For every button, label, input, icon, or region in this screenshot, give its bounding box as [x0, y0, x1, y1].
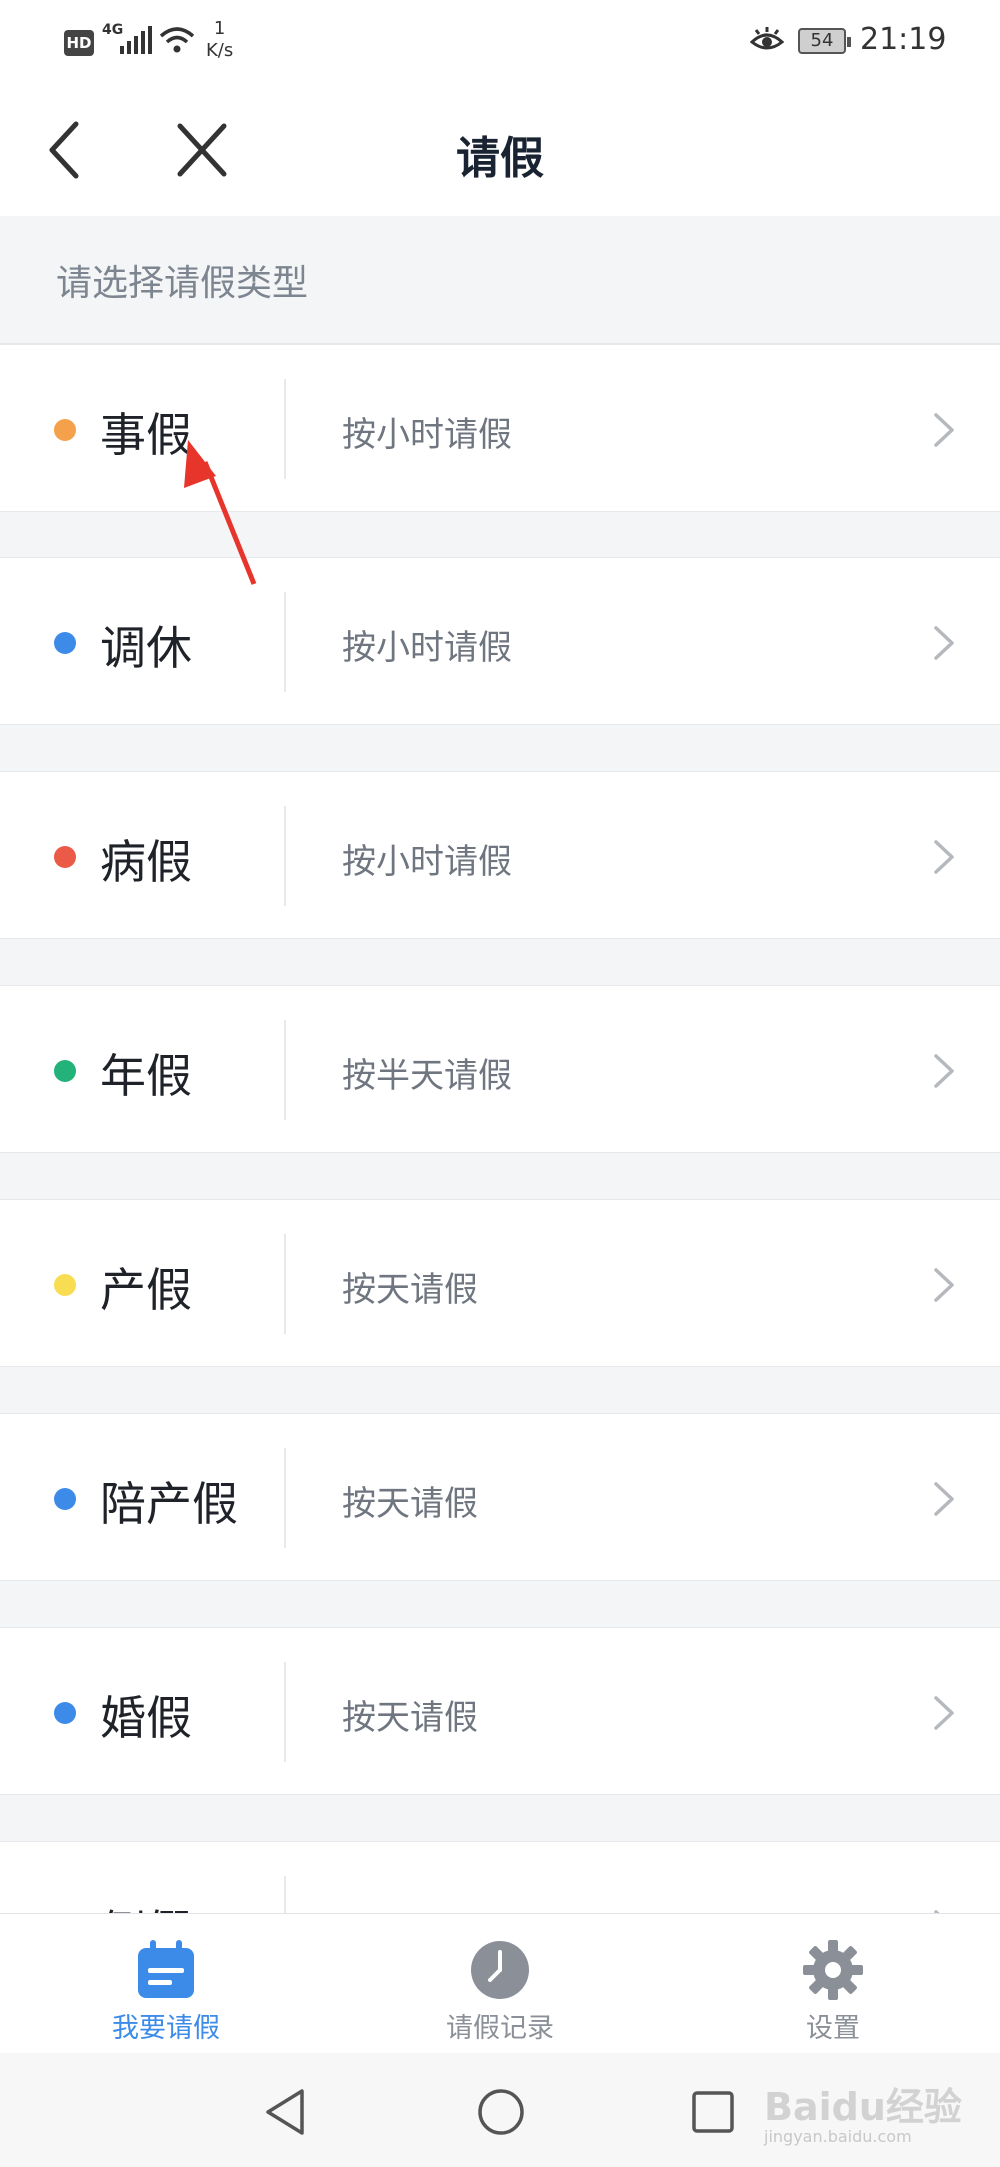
leave-type-name: 年假 [100, 1049, 192, 1103]
leave-type-rule: 按小时请假 [342, 628, 512, 668]
leave-type-rule: 按天请假 [342, 1270, 478, 1310]
circle-home-icon[interactable] [476, 2087, 526, 2137]
leave-type-name: 调休 [100, 621, 192, 675]
leave-type-row-annual[interactable]: 年假 按半天请假 [0, 985, 1000, 1153]
triangle-back-icon[interactable] [262, 2087, 308, 2137]
leave-type-name: 事假 [100, 408, 192, 462]
leave-type-name: 婚假 [100, 1691, 192, 1745]
divider [284, 806, 286, 906]
watermark-url: jingyan.baidu.com [764, 2127, 912, 2146]
chevron-right-icon [934, 1482, 954, 1516]
chevron-right-icon [934, 626, 954, 660]
leave-type-rule: 按小时请假 [342, 415, 512, 455]
network-speed-value: 1 [213, 18, 226, 39]
status-dot [54, 1488, 76, 1510]
leave-type-name: 陪产假 [100, 1477, 238, 1531]
status-dot [54, 1702, 76, 1724]
chevron-right-icon [934, 1268, 954, 1302]
status-dot [54, 846, 76, 868]
status-bar: HD 4G 1 K/s 54 21:19 [0, 0, 1000, 84]
section-prompt: 请选择请假类型 [56, 263, 309, 304]
divider [284, 1662, 286, 1762]
gear-icon [803, 1940, 863, 2000]
chevron-right-icon [934, 1696, 954, 1730]
leave-type-row-marriage[interactable]: 婚假 按天请假 [0, 1627, 1000, 1795]
tab-label: 我要请假 [112, 2013, 220, 2044]
section-header: 请选择请假类型 [0, 216, 1000, 344]
divider [284, 592, 286, 692]
battery-indicator: 54 [798, 28, 851, 54]
page-title: 请假 [456, 133, 544, 184]
divider [284, 1020, 286, 1120]
leave-type-rule: 按半天请假 [342, 1056, 512, 1096]
signal-icon [120, 26, 152, 54]
clock-icon [471, 1941, 529, 1999]
chevron-right-icon [934, 413, 954, 447]
divider [284, 1234, 286, 1334]
status-dot [54, 1060, 76, 1082]
watermark-brand: Baidu经验 [764, 2085, 962, 2129]
chevron-right-icon [934, 1054, 954, 1088]
divider [284, 1448, 286, 1548]
status-dot [54, 632, 76, 654]
nav-bar: 请假 [0, 84, 1000, 216]
leave-type-rule: 按小时请假 [342, 842, 512, 882]
square-recents-icon[interactable] [690, 2087, 736, 2137]
tab-label: 设置 [806, 2013, 860, 2044]
divider [284, 379, 286, 479]
status-dot [54, 419, 76, 441]
tab-leave-records[interactable]: 请假记录 [390, 1914, 610, 2054]
clock: 21:19 [860, 22, 947, 57]
watermark: Baidu经验 jingyan.baidu.com [764, 2076, 962, 2146]
leave-type-name: 产假 [100, 1263, 192, 1317]
tab-label: 请假记录 [446, 2013, 554, 2044]
status-dot [54, 1274, 76, 1296]
network-speed-unit: K/s [206, 40, 234, 61]
tab-request-leave[interactable]: 我要请假 [56, 1914, 276, 2054]
wifi-icon [159, 27, 195, 53]
hd-badge: HD [64, 30, 94, 56]
leave-type-row-personal[interactable]: 事假 按小时请假 [0, 344, 1000, 512]
calendar-icon [138, 1940, 194, 1998]
chevron-right-icon [934, 840, 954, 874]
leave-type-row-sick[interactable]: 病假 按小时请假 [0, 771, 1000, 939]
tab-bar: 我要请假 请假记录 设置 [0, 1913, 1000, 2053]
leave-type-row-maternity[interactable]: 产假 按天请假 [0, 1199, 1000, 1367]
leave-type-name: 病假 [100, 835, 192, 889]
tab-settings[interactable]: 设置 [723, 1914, 943, 2054]
eye-comfort-icon [750, 27, 784, 50]
leave-type-rule: 按天请假 [342, 1698, 478, 1738]
leave-type-row-compensatory[interactable]: 调休 按小时请假 [0, 557, 1000, 725]
leave-type-row-paternity[interactable]: 陪产假 按天请假 [0, 1413, 1000, 1581]
network-speed: 1 K/s [206, 18, 233, 62]
leave-type-rule: 按天请假 [342, 1484, 478, 1524]
